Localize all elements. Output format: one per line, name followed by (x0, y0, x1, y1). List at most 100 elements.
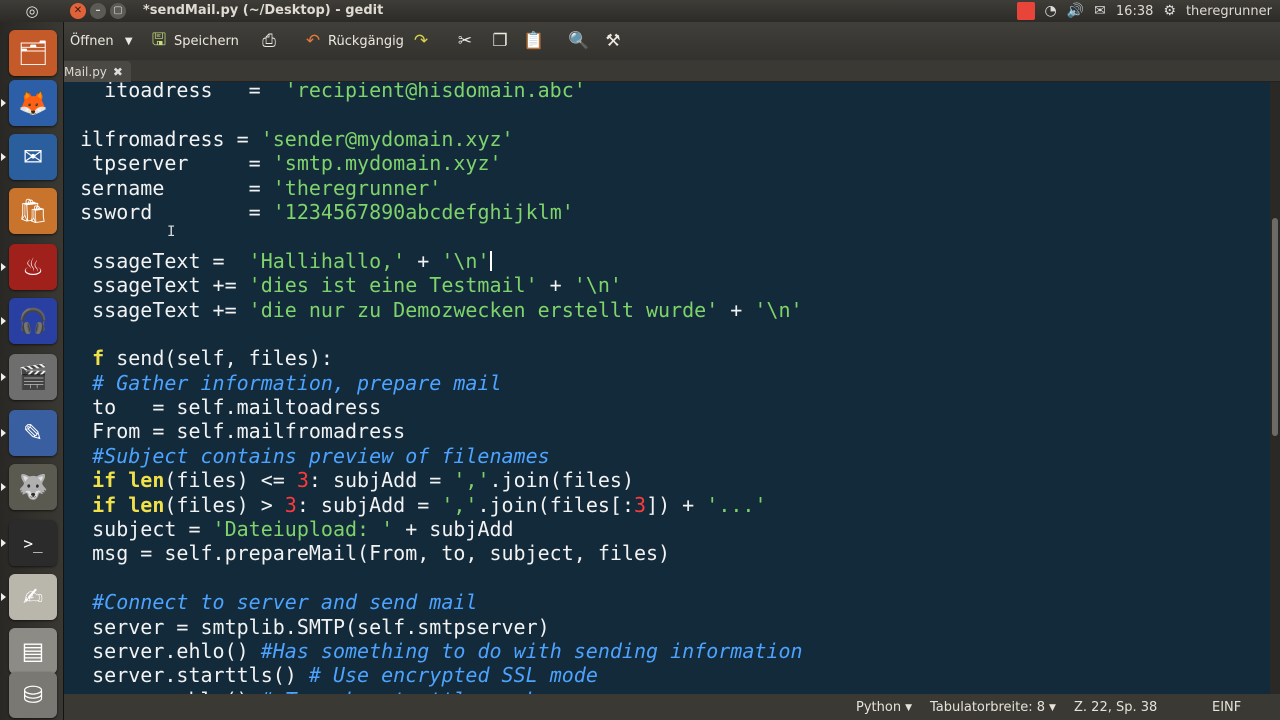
code-token: .join(files[: (477, 492, 635, 517)
open-button[interactable]: Öffnen ▼ (70, 30, 140, 52)
gimp-icon[interactable]: 🐺 (9, 464, 57, 510)
search-button[interactable]: 🔍 (568, 30, 590, 52)
close-tab-icon[interactable]: ✖ (113, 65, 123, 79)
code-token: (files) > (164, 492, 285, 517)
video-editor-icon[interactable]: 🎬 (9, 354, 57, 400)
print-icon: ⎙ (262, 31, 276, 51)
code-line[interactable] (64, 102, 803, 126)
code-line[interactable]: # Gather information, prepare mail (64, 371, 803, 395)
notification-red-icon[interactable] (1016, 2, 1035, 20)
session-gear-icon[interactable]: ⚙ (1163, 3, 1176, 19)
scrollbar-thumb[interactable] (1272, 218, 1278, 436)
code-line[interactable] (64, 322, 803, 346)
code-line[interactable]: msg = self.prepareMail(From, to, subject… (64, 541, 803, 565)
indicator-area: ◔ 🔊 ✉ 16:38 ⚙ theregrunner (1016, 0, 1272, 22)
tab-sendmail[interactable]: Mail.py ✖ (64, 61, 131, 82)
thunderbird-icon[interactable]: ✉ (9, 134, 57, 180)
audacity-icon[interactable]: 🎧 (9, 298, 57, 344)
language-selector[interactable]: Python ▼ (856, 700, 912, 715)
running-indicator (1, 373, 6, 381)
save-button[interactable]: 🖫 Speichern (148, 30, 239, 52)
code-line[interactable]: From = self.mailfromadress (64, 419, 803, 443)
code-token: ',' (453, 468, 490, 493)
code-line[interactable]: tpserver = 'smtp.mydomain.xyz' (64, 151, 803, 175)
code-token: (files) <= (164, 468, 297, 493)
clock[interactable]: 16:38 (1116, 4, 1153, 19)
code-token: #Has something to do with sending inform… (260, 638, 803, 663)
cut-button[interactable]: ✂ (454, 30, 476, 52)
code-token: 'die nur zu Demozwecken erstellt wurde' (248, 297, 719, 322)
running-indicator (1, 429, 6, 437)
settings-panel-icon[interactable]: ▤ (9, 628, 57, 674)
code-line[interactable]: sername = 'theregrunner' (64, 176, 803, 200)
files-icon[interactable]: 🗂 (9, 30, 57, 76)
code-token: + (405, 248, 442, 273)
undo-button[interactable]: ↶ Rückgängig (302, 30, 404, 52)
volume-icon[interactable]: 🔊 (1067, 3, 1084, 19)
pencil-app-icon[interactable]: ✎ (9, 410, 57, 456)
code-line[interactable]: #Subject contains preview of filenames (64, 444, 803, 468)
code-token: 3 (284, 492, 297, 517)
code-line[interactable] (64, 566, 803, 590)
code-line[interactable]: if len(files) > 3: subjAdd = ','.join(fi… (64, 493, 803, 517)
top-panel: ◎ ✕ – ▢ *sendMail.py (~/Desktop) - gedit… (0, 0, 1280, 22)
mail-icon[interactable]: ✉ (1094, 3, 1106, 19)
code-token: 'sender@mydomain.xyz' (260, 126, 514, 151)
code-line[interactable]: ssageText += 'die nur zu Demozwecken ers… (64, 297, 802, 322)
code-text[interactable]: itoadress = 'recipient@hisdomain.abc' il… (64, 82, 803, 694)
code-token: : subjAdd = (296, 492, 442, 517)
running-indicator (1, 153, 6, 161)
code-token: ]) + (646, 492, 707, 517)
redo-icon: ↷ (413, 31, 429, 51)
user-name[interactable]: theregrunner (1186, 4, 1272, 19)
window-controls: ✕ – ▢ (70, 3, 126, 19)
maximize-icon[interactable]: ▢ (110, 3, 126, 19)
terminal-icon[interactable]: >_ (9, 520, 57, 566)
replace-button[interactable]: ⚒ (602, 30, 624, 52)
code-token: 'theregrunner' (272, 175, 442, 200)
paste-icon: 📋 (523, 31, 545, 51)
running-indicator (1, 539, 6, 547)
text-cursor (489, 250, 492, 271)
print-button[interactable]: ⎙ (258, 30, 280, 52)
code-line[interactable]: ssageText += 'dies ist eine Testmail' + … (64, 273, 803, 297)
code-line[interactable]: ssageText = 'Hallihallo,' + '\n' (64, 249, 803, 273)
copy-icon: ❐ (492, 31, 508, 51)
status-bar: Python ▼ Tabulatorbreite: 8 ▼ Z. 22, Sp.… (64, 694, 1280, 720)
language-label: Python (856, 700, 902, 715)
code-line[interactable]: ilfromadress = 'sender@mydomain.xyz' (64, 127, 803, 151)
code-token: itoadress = (64, 82, 285, 102)
chevron-down-icon[interactable]: ▼ (118, 36, 140, 47)
firefox-icon[interactable]: 🦊 (9, 80, 57, 126)
tab-width-selector[interactable]: Tabulatorbreite: 8 ▼ (930, 700, 1056, 715)
red-app-icon[interactable]: ♨ (9, 244, 57, 290)
chevron-down-icon: ▼ (905, 702, 912, 713)
close-icon[interactable]: ✕ (70, 3, 86, 19)
code-line[interactable]: server = smtplib.SMTP(self.smtpserver) (64, 615, 803, 639)
code-token: server = smtplib.SMTP(self.smtpserver) (64, 614, 550, 639)
code-line[interactable]: if len(files) <= 3: subjAdd = ','.join(f… (64, 468, 803, 492)
software-center-icon[interactable]: 🛍 (9, 188, 57, 234)
usb-drive-icon[interactable]: ⛁ (9, 672, 57, 718)
ubuntu-logo-icon[interactable]: ◎ (22, 2, 42, 20)
paste-button[interactable]: 📋 (523, 30, 545, 52)
code-line[interactable]: server.starttls() # Use encrypted SSL mo… (64, 663, 803, 687)
insert-mode: EINF (1212, 700, 1241, 715)
gedit-icon[interactable]: ✍ (9, 574, 57, 620)
copy-button[interactable]: ❐ (489, 30, 511, 52)
code-editor[interactable]: itoadress = 'recipient@hisdomain.abc' il… (64, 82, 1270, 694)
wifi-icon[interactable]: ◔ (1045, 3, 1057, 19)
code-line[interactable]: server.ehlo() #Has something to do with … (64, 638, 803, 663)
code-token: subject = (64, 517, 213, 542)
code-line[interactable]: itoadress = 'recipient@hisdomain.abc' (64, 82, 803, 102)
window-title: *sendMail.py (~/Desktop) - gedit (143, 3, 384, 18)
code-line[interactable]: ssword = '1234567890abcdefghijklm' (64, 200, 803, 224)
redo-button[interactable]: ↷ (410, 30, 432, 52)
position-label: Z. 22, Sp. 38 (1074, 700, 1158, 715)
code-line[interactable]: to = self.mailtoadress (64, 395, 803, 419)
code-line[interactable]: #Connect to server and send mail (64, 590, 803, 614)
minimize-icon[interactable]: – (90, 3, 106, 19)
vertical-scrollbar[interactable] (1270, 82, 1280, 694)
code-line[interactable]: subject = 'Dateiupload: ' + subjAdd (64, 517, 803, 541)
code-line[interactable]: f send(self, files): (64, 346, 803, 370)
